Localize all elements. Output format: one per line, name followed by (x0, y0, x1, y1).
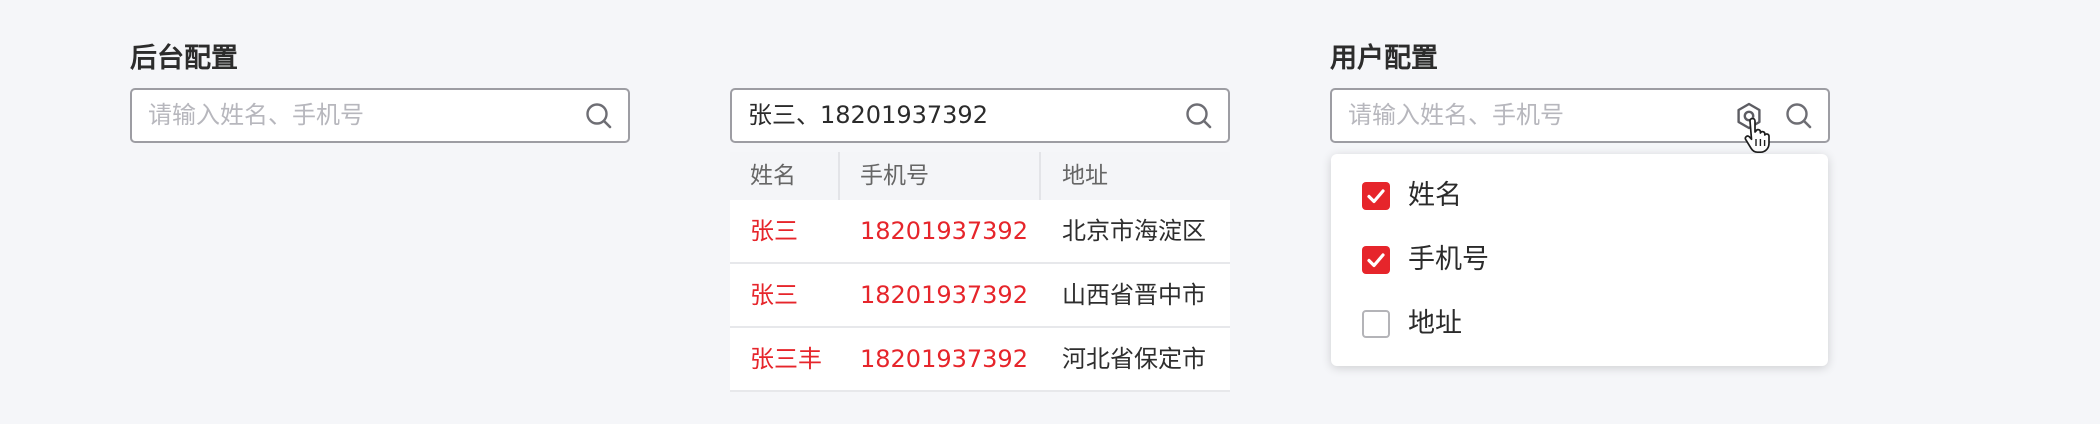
search-results-table: 姓名 手机号 地址 张三 18201937392 北京市海淀区 张三 18201… (730, 152, 1230, 392)
cell-name: 张三 (750, 217, 798, 245)
column-header-name: 姓名 (750, 163, 796, 189)
table-row[interactable]: 张三丰 18201937392 河北省保定市 (730, 328, 1230, 392)
table-header: 姓名 手机号 地址 (730, 152, 1230, 200)
table-row[interactable]: 张三 18201937392 北京市海淀区 (730, 200, 1230, 264)
checkbox-checked[interactable] (1362, 246, 1390, 274)
backend-config-title: 后台配置 (130, 43, 238, 74)
cell-phone: 18201937392 (860, 345, 1028, 373)
option-label: 地址 (1408, 308, 1462, 339)
backend-search-box[interactable]: 请输入姓名、手机号 (130, 88, 630, 143)
field-selector-dropdown: 姓名 手机号 地址 (1331, 154, 1828, 366)
user-config-title: 用户配置 (1330, 43, 1438, 74)
cell-name: 张三 (750, 281, 798, 309)
checkbox-unchecked[interactable] (1362, 310, 1390, 338)
cell-phone: 18201937392 (860, 217, 1028, 245)
option-label: 手机号 (1408, 244, 1489, 275)
column-divider (1039, 152, 1041, 200)
result-search-value: 张三、18201937392 (748, 101, 988, 129)
search-icon[interactable] (1785, 102, 1813, 130)
backend-search-placeholder: 请输入姓名、手机号 (148, 101, 364, 129)
check-icon (1367, 189, 1385, 204)
option-label: 姓名 (1408, 180, 1462, 211)
cell-address: 河北省保定市 (1062, 345, 1206, 373)
cell-name: 张三丰 (750, 345, 822, 373)
cell-address: 山西省晋中市 (1062, 281, 1206, 309)
check-icon (1367, 253, 1385, 268)
cell-phone: 18201937392 (860, 281, 1028, 309)
search-icon[interactable] (585, 102, 613, 130)
column-header-address: 地址 (1062, 163, 1108, 189)
table-row[interactable]: 张三 18201937392 山西省晋中市 (730, 264, 1230, 328)
checkbox-checked[interactable] (1362, 182, 1390, 210)
hand-pointer-icon (1744, 118, 1770, 154)
column-divider (838, 152, 840, 200)
cell-address: 北京市海淀区 (1062, 217, 1206, 245)
search-icon[interactable] (1185, 102, 1213, 130)
column-header-phone: 手机号 (860, 163, 929, 189)
user-search-placeholder: 请输入姓名、手机号 (1348, 101, 1564, 129)
result-search-box[interactable]: 张三、18201937392 (730, 88, 1230, 143)
